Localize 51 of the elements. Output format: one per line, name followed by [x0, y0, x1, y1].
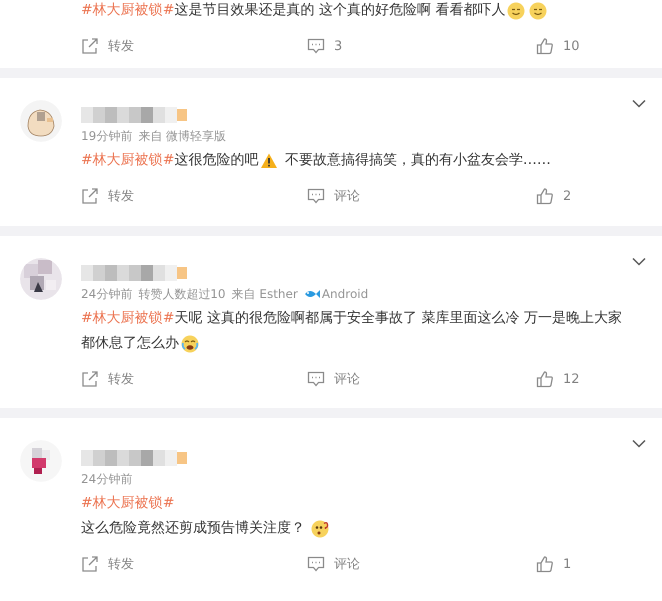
comment-text: #林大厨被锁#这很危险的吧 不要故意搞得搞笑，真的有小盆友会学……	[81, 148, 662, 173]
like-button[interactable]: 12	[536, 367, 580, 391]
forward-icon	[81, 370, 99, 388]
comment-text: 这么危险竟然还剪成预告博关注度？	[81, 516, 662, 541]
comment-icon	[307, 37, 325, 55]
avatar[interactable]	[20, 258, 62, 300]
meta-text: Android	[322, 287, 368, 301]
topic-link[interactable]: #林大厨被锁#	[81, 148, 174, 173]
comment-button[interactable]: 评论	[307, 552, 536, 576]
topic-link[interactable]: #林大厨被锁#	[81, 0, 174, 23]
forward-button[interactable]: 转发	[81, 367, 307, 391]
topic-link[interactable]: #林大厨被锁#	[81, 306, 174, 331]
meta-text: 来自 Esther	[232, 286, 298, 302]
meta-text: 19分钟前	[81, 128, 132, 144]
forward-button[interactable]: 转发	[81, 552, 307, 576]
fish-icon	[304, 288, 320, 300]
thumbs-up-icon	[536, 37, 554, 55]
forward-icon	[81, 187, 99, 205]
meta-text: 来自 微博轻享版	[138, 128, 226, 144]
like-button[interactable]: 10	[536, 34, 580, 58]
chevron-down-icon[interactable]	[632, 99, 646, 108]
meta-text: 24分钟前	[81, 470, 132, 488]
comment-button[interactable]: 3	[307, 34, 536, 58]
forward-button[interactable]: 转发	[81, 34, 307, 58]
avatar[interactable]	[20, 440, 62, 482]
warning-icon	[260, 152, 278, 170]
thumbs-up-icon	[536, 187, 554, 205]
meta-text: 转赞人数超过10	[138, 286, 226, 302]
comment-icon	[307, 187, 325, 205]
meta-text: 24分钟前	[81, 286, 132, 302]
chevron-down-icon[interactable]	[632, 257, 646, 266]
comment-text: #林大厨被锁#天呢 这真的很危险啊都属于安全事故了 菜库里面这么冷 万一是晚上大家	[81, 306, 662, 331]
thumbs-up-icon	[536, 555, 554, 573]
chevron-down-icon[interactable]	[632, 439, 646, 448]
puzzled-face-icon	[311, 520, 330, 538]
comment-text: #林大厨被锁#这是节目效果还是真的 这个真的好危险啊 看看都吓人	[81, 0, 662, 23]
comment-button[interactable]: 评论	[307, 184, 536, 208]
smiley-icon	[507, 2, 526, 20]
forward-icon	[81, 37, 99, 55]
like-button[interactable]: 1	[536, 552, 572, 576]
thumbs-up-icon	[536, 370, 554, 388]
crying-face-icon	[181, 334, 199, 352]
smiley-icon	[529, 2, 548, 20]
comment-icon	[307, 370, 325, 388]
topic-link[interactable]: #林大厨被锁#	[81, 491, 174, 516]
like-button[interactable]: 2	[536, 184, 572, 208]
forward-icon	[81, 555, 99, 573]
comment-icon	[307, 555, 325, 573]
forward-button[interactable]: 转发	[81, 184, 307, 208]
comment-text: 都休息了怎么办	[81, 331, 662, 356]
comment-button[interactable]: 评论	[307, 367, 536, 391]
